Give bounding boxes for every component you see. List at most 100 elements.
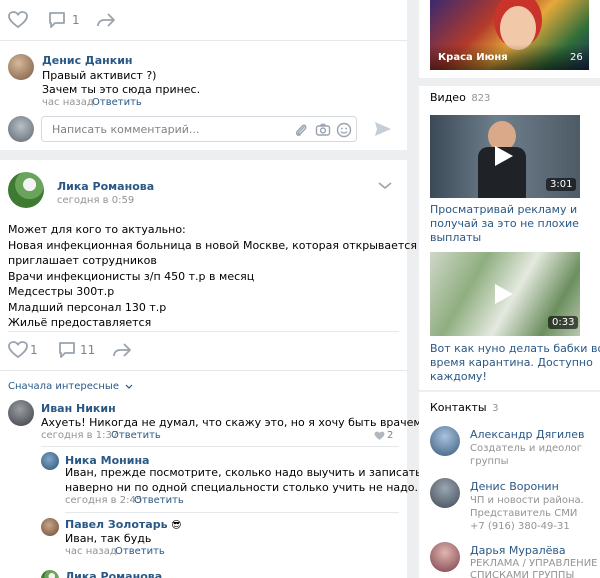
comment-reply: Ника Монина Иван, прежде посмотрите, ско…	[0, 450, 472, 510]
album-cover[interactable]: Краса Июня 26	[430, 0, 589, 70]
post-text-line: Медсестры 300т.р	[8, 285, 115, 298]
avatar	[430, 426, 460, 456]
video-title-line: Просматривай рекламу и	[430, 203, 578, 216]
comment-like-button[interactable]: 2	[374, 430, 398, 442]
comment-composer: Написать комментарий...	[0, 112, 407, 146]
videos-header[interactable]: Видео 823	[430, 91, 490, 104]
videos-count: 823	[471, 93, 491, 104]
heart-icon	[8, 341, 28, 359]
share-button[interactable]	[96, 10, 120, 30]
contacts-header[interactable]: Контакты 3	[430, 401, 499, 414]
comment-count: 1	[72, 13, 80, 27]
post-card: 1 Денис Данкин Правый активист ?) Зачем …	[0, 0, 407, 150]
comment: Лика Романова	[0, 566, 407, 578]
video-title-line: выплаты	[430, 231, 482, 244]
play-icon[interactable]	[493, 282, 515, 306]
comment-time[interactable]: сегодня в 1:37	[41, 430, 118, 441]
post-author[interactable]: Лика Романова	[57, 180, 154, 193]
video-title-line: каждому!	[430, 370, 487, 383]
post-text-line: Новая инфекционная больница в новой Моск…	[8, 239, 480, 252]
share-icon	[96, 11, 116, 29]
contact-name: Александр Дягилев	[470, 428, 585, 441]
play-icon[interactable]	[493, 144, 515, 168]
heart-icon	[374, 431, 385, 441]
contact-desc-line: Представитель СМИ	[470, 508, 578, 519]
contact-item[interactable]: Александр Дягилев Создатель и идеолог гр…	[430, 426, 595, 470]
like-count: 1	[30, 343, 38, 357]
contact-desc-line: ЧП и новости района.	[470, 495, 584, 506]
contact-item[interactable]: Дарья Муралёва РЕКЛАМА / УПРАВЛЕНИЕ СПИС…	[430, 542, 598, 578]
comments-sort[interactable]: Сначала интересные	[8, 379, 208, 393]
comment-button[interactable]: 1	[48, 10, 88, 30]
contact-item[interactable]: Денис Воронин ЧП и новости района. Предс…	[430, 478, 595, 534]
comment-icon	[48, 11, 66, 29]
avatar	[430, 478, 460, 508]
emoji-icon[interactable]	[336, 122, 352, 138]
avatar[interactable]	[41, 452, 59, 470]
avatar[interactable]	[8, 54, 34, 80]
avatar	[8, 116, 34, 142]
video-thumbnail[interactable]: 3:01	[430, 115, 580, 198]
post-text-line: Жильё предоставляется	[8, 316, 152, 329]
comment-text-line: наверно ни по одной специальности стольк…	[65, 481, 425, 494]
send-icon[interactable]	[374, 121, 392, 137]
comment-like-count: 2	[387, 430, 394, 441]
contact-name: Дарья Муралёва	[470, 544, 566, 557]
contacts-count: 3	[492, 403, 499, 414]
heart-icon	[8, 11, 28, 29]
avatar[interactable]	[41, 518, 59, 536]
avatar[interactable]	[41, 570, 59, 578]
video-title-line: время карантина. Доступно	[430, 356, 593, 369]
reply-link[interactable]: Ответить	[134, 495, 184, 506]
video-title-line: Вот как нуно делать бабки во	[430, 342, 600, 355]
video-thumbnail[interactable]: 0:33	[430, 252, 580, 336]
contact-desc-line: группы	[470, 456, 509, 467]
comment-count: 11	[80, 343, 96, 357]
post-text-line: Может для кого то актуально:	[8, 223, 186, 236]
reply-link[interactable]: Ответить	[115, 546, 165, 557]
contact-desc-line: Создатель и идеолог	[470, 443, 583, 454]
share-button[interactable]	[112, 340, 136, 360]
video-title-line: получай за это не плохие	[430, 217, 579, 230]
like-button[interactable]	[8, 10, 38, 30]
avatar	[430, 542, 460, 572]
comment-input[interactable]: Написать комментарий...	[41, 116, 357, 142]
paperclip-icon[interactable]	[294, 122, 308, 138]
videos-block: Видео 823 3:01 Просматривай рекламу и по…	[419, 86, 600, 390]
comment-author[interactable]: Павел Золотарь	[65, 518, 168, 531]
comment-reply: Павел Золотарь 😎 Иван, так будь час наза…	[0, 514, 407, 560]
contacts-title: Контакты	[430, 401, 487, 414]
reply-link[interactable]: Ответить	[92, 97, 142, 108]
comment: Иван Никин Ахуеть! Никогда не думал, что…	[0, 396, 422, 444]
contact-desc-line: СПИСКАМИ ГРУППЫ	[470, 570, 575, 578]
album-count: 26	[570, 52, 583, 63]
comment-author-row: Павел Золотарь 😎	[65, 518, 182, 531]
chevron-down-icon[interactable]	[378, 182, 392, 190]
contact-desc-line: +7 (916) 380-49-31	[470, 521, 570, 532]
comment-time[interactable]: час назад	[65, 546, 117, 557]
video-title[interactable]: Вот как нуно делать бабки во время каран…	[430, 342, 600, 384]
post-time[interactable]: сегодня в 0:59	[57, 195, 134, 206]
comment-author[interactable]: Денис Данкин	[42, 54, 133, 67]
contact-name: Денис Воронин	[470, 480, 559, 493]
post-text-line: приглашает сотрудников	[8, 254, 157, 267]
video-duration: 0:33	[548, 316, 579, 329]
comment-time[interactable]: сегодня в 2:45	[65, 495, 142, 506]
sort-label: Сначала интересные	[8, 381, 119, 392]
comment-text-line: Иван, прежде посмотрите, сколько надо вы…	[65, 466, 473, 479]
comment-author[interactable]: Иван Никин	[41, 402, 116, 415]
comment-icon	[58, 341, 76, 359]
camera-icon[interactable]	[315, 122, 331, 138]
video-title[interactable]: Просматривай рекламу и получай за это не…	[430, 203, 590, 245]
author-avatar[interactable]	[8, 172, 44, 208]
comment-author[interactable]: Лика Романова	[65, 570, 162, 578]
contact-desc-line: РЕКЛАМА / УПРАВЛЕНИЕ	[470, 558, 598, 569]
comment-button[interactable]: 11	[58, 340, 108, 360]
reply-link[interactable]: Ответить	[111, 430, 161, 441]
avatar[interactable]	[8, 400, 34, 426]
comment-time[interactable]: час назад	[42, 97, 94, 108]
share-icon	[112, 341, 132, 359]
comment-text-line: Правый активист ?)	[42, 69, 157, 82]
video-duration: 3:01	[546, 178, 577, 191]
like-button[interactable]: 1	[8, 340, 48, 360]
